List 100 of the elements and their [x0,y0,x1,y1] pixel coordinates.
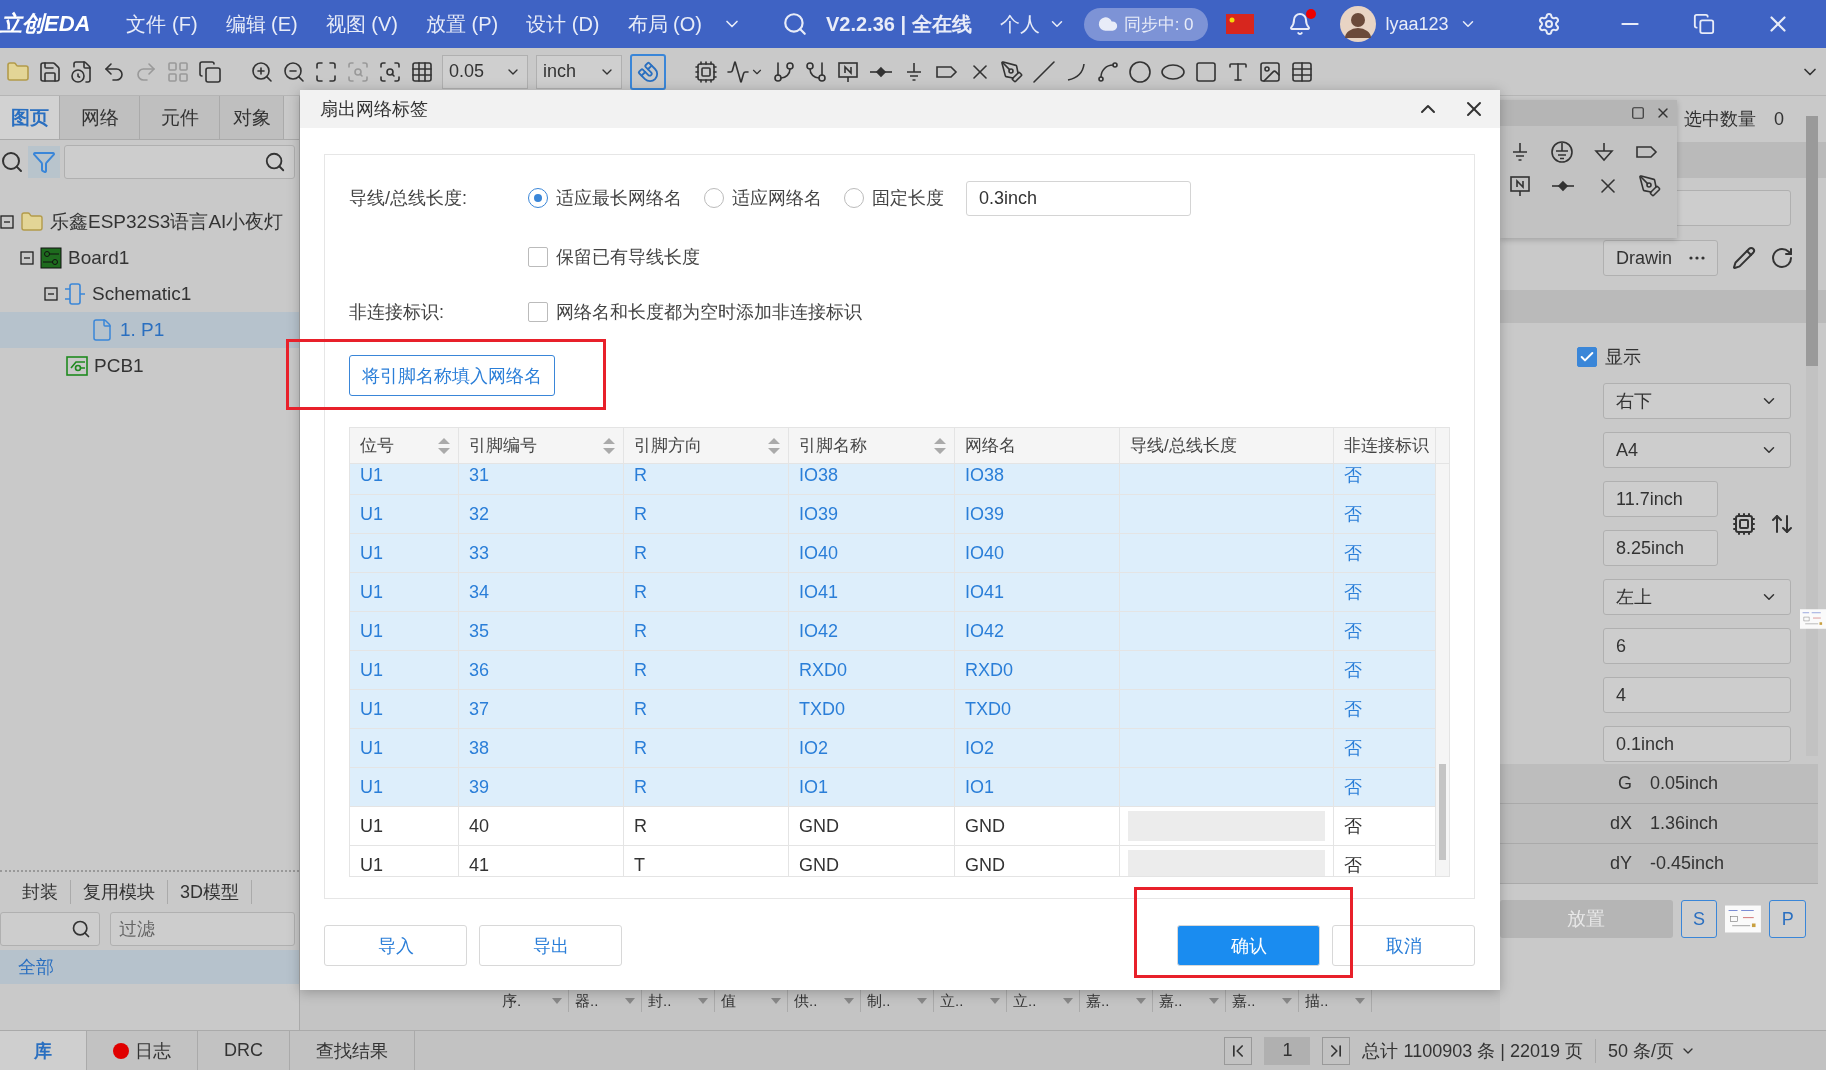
table-cell: IO39 [789,495,955,533]
field-label: 非连接标识: [349,301,445,324]
dropdown-select[interactable]: 右下 [1603,383,1791,419]
coordinate-value: -0.45inch [1650,853,1725,874]
table-row[interactable]: U1 38 R IO2 IO2 否 [350,729,1436,768]
checkbox-label[interactable]: 网络名和长度都为空时添加非连接标识 [556,300,862,324]
table-row[interactable]: U1 39 R IO1 IO1 否 [350,768,1436,807]
text-field[interactable]: 6 [1603,628,1791,664]
table-cell: R [624,573,789,611]
panel-tab[interactable]: 元件 [140,96,220,139]
width-field[interactable]: 11.7inch [1603,481,1718,517]
tree-item[interactable]: Schematic1 [0,276,299,312]
table-cell: 37 [459,690,624,728]
table-cell: IO41 [789,573,955,611]
status-tab[interactable]: DRC [198,1031,290,1070]
table-cell: IO42 [789,612,955,650]
coordinate-label: dY [1608,853,1633,874]
column-header[interactable]: 引脚名称 [789,428,955,463]
table-cell: U1 [350,464,459,494]
unit-select[interactable]: inch [536,54,622,89]
text-field[interactable]: 4 [1603,677,1791,713]
radio-label[interactable]: 适应网络名 [732,186,822,210]
table-cell: R [624,612,789,650]
column-header[interactable]: 非连接标识 [1334,428,1436,463]
table-cell: U1 [350,612,459,650]
dropdown-select[interactable]: 左上 [1603,579,1791,615]
field-label: 导线/总线长度: [349,187,468,210]
height-field[interactable]: 8.25inch [1603,530,1718,566]
export-button[interactable]: 导出 [479,925,622,966]
table-cell: U1 [350,846,459,876]
menu-item[interactable]: 文件 (F) [112,10,212,38]
menu-item[interactable]: 布局 (O) [613,10,716,38]
table-cell: IO1 [789,768,955,806]
table-cell: U1 [350,807,459,845]
table-row[interactable]: U1 33 R IO40 IO40 否 [350,534,1436,573]
menu-item[interactable]: 放置 (P) [412,10,513,38]
table-cell: IO1 [955,768,1120,806]
status-tab[interactable]: 日志 [87,1031,198,1070]
table-cell: GND [789,807,955,845]
grid-select[interactable]: 0.05 [442,54,528,89]
table-cell: RXD0 [955,651,1120,689]
table-cell: U1 [350,534,459,572]
coordinate-value: 1.36inch [1650,813,1719,834]
column-header[interactable]: 引脚方向 [624,428,789,463]
dropdown-select[interactable]: A4 [1603,432,1791,468]
table-cell: IO39 [955,495,1120,533]
table-cell: 32 [459,495,624,533]
table-cell: R [624,768,789,806]
fill-net-name-button[interactable]: 将引脚名称填入网络名 [349,355,555,396]
length-field[interactable]: 0.3inch [966,180,1191,216]
table-cell: IO2 [955,729,1120,767]
selected-count-label: 选中数量 [1684,108,1756,131]
radio-label[interactable]: 适应最长网络名 [556,186,682,210]
menu-item[interactable]: 设计 (D) [512,10,614,38]
table-cell: U1 [350,729,459,767]
column-header[interactable]: 网络名 [955,428,1120,463]
library-tab[interactable]: 3D模型 [168,880,252,904]
table-row[interactable]: U1 37 R TXD0 TXD0 否 [350,690,1436,729]
checkbox-label[interactable]: 保留已有导线长度 [556,245,700,269]
filter-field[interactable]: 过滤 [110,912,295,946]
menu-item[interactable]: 视图 (V) [311,10,412,38]
column-header[interactable]: 导线/总线长度 [1120,428,1334,463]
menu-item[interactable]: 编辑 (E) [211,10,312,38]
panel-tab[interactable]: 网络 [60,96,140,139]
table-cell: 33 [459,534,624,572]
table-row[interactable]: U1 34 R IO41 IO41 否 [350,573,1436,612]
table-row[interactable]: U1 40 R GND GND 否 [350,807,1436,846]
table-cell: IO38 [789,464,955,494]
tree-item[interactable]: PCB1 [0,348,299,384]
workspace-select[interactable]: 个人 [999,10,1066,38]
status-tab[interactable]: 查找结果 [290,1031,415,1070]
text-field[interactable]: 0.1inch [1603,726,1791,762]
import-button[interactable]: 导入 [324,925,467,966]
column-header[interactable]: 位号 [350,428,459,463]
page-field[interactable]: 1 [1264,1036,1311,1065]
tree-item[interactable]: 乐鑫ESP32S3语言AI小夜灯 [0,204,299,240]
table-cell: R [624,464,789,494]
column-header[interactable]: 引脚编号 [459,428,624,463]
table-cell: R [624,807,789,845]
table-cell: U1 [350,573,459,611]
table-row[interactable]: U1 35 R IO42 IO42 否 [350,612,1436,651]
radio-label[interactable]: 固定长度 [872,186,944,210]
tree-item[interactable]: Board1 [0,240,299,276]
table-cell: GND [789,846,955,876]
user-menu[interactable]: lyaa123 [1385,13,1477,35]
table-row[interactable]: U1 31 R IO38 IO38 否 [350,464,1436,495]
cancel-button[interactable]: 取消 [1332,925,1475,966]
table-cell: IO41 [955,573,1120,611]
table-row[interactable]: U1 32 R IO39 IO39 否 [350,495,1436,534]
drawing-select[interactable]: Drawin [1603,240,1718,276]
table-row[interactable]: U1 36 R RXD0 RXD0 否 [350,651,1436,690]
total-count: 总计 1100903 条 | 22019 页 [1362,1039,1583,1063]
library-tab[interactable]: 复用模块 [71,880,168,904]
table-cell: IO40 [955,534,1120,572]
table-cell: 39 [459,768,624,806]
panel-tab[interactable]: 对象 [220,96,284,139]
table-cell: R [624,729,789,767]
table-cell: 36 [459,651,624,689]
library-tab[interactable]: 封装 [10,880,71,904]
page-size-select[interactable]: 50 条/页 [1594,1038,1696,1063]
